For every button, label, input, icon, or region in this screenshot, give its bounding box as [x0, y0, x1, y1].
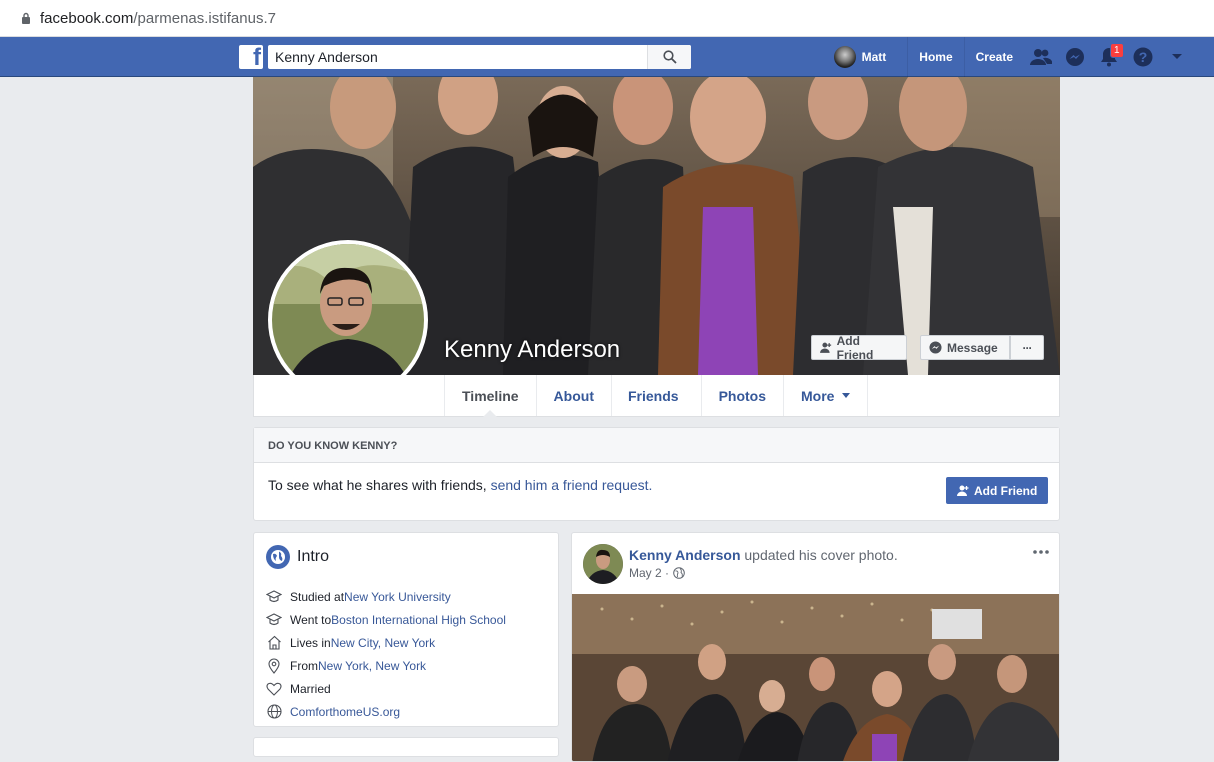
more-options-button[interactable]: ··· [1010, 335, 1044, 360]
intro-item-link[interactable]: New City, New York [331, 636, 435, 650]
notifications-button[interactable]: 1 [1092, 37, 1126, 77]
browser-url-bar[interactable]: facebook.com/parmenas.istifanus.7 [0, 0, 1214, 37]
website-link[interactable]: ComforthomeUS.org [290, 705, 400, 719]
prompt-text: To see what he shares with friends, send… [268, 477, 652, 493]
account-menu-button[interactable] [1160, 37, 1194, 77]
post-author-link[interactable]: Kenny Anderson [629, 547, 741, 563]
list-item: ComforthomeUS.org [265, 700, 506, 723]
url-text[interactable]: facebook.com/parmenas.istifanus.7 [40, 10, 276, 27]
timeline-post: Kenny Anderson updated his cover photo. … [571, 532, 1060, 762]
friends-icon [1030, 49, 1052, 65]
intro-item-link[interactable]: New York University [344, 590, 451, 604]
tab-friends[interactable]: Friends [612, 375, 702, 416]
nav-right-group: Matt Home Create 1 ? [833, 37, 1194, 77]
intro-item-prefix: Married [290, 681, 331, 696]
intro-item-link[interactable]: Boston International High School [331, 613, 506, 627]
add-friend-button[interactable]: Add Friend [811, 333, 907, 362]
messenger-icon [929, 341, 942, 354]
heart-icon [265, 680, 283, 698]
intro-item-link[interactable]: New York, New York [318, 659, 426, 673]
add-friend-label: Add Friend [974, 483, 1038, 498]
list-item: Married [265, 677, 506, 700]
friend-requests-button[interactable] [1024, 37, 1058, 77]
svg-text:?: ? [1139, 49, 1148, 65]
tab-photos[interactable]: Photos [702, 375, 785, 416]
intro-title: Intro [297, 548, 330, 565]
post-header: Kenny Anderson updated his cover photo. [629, 547, 898, 563]
intro-item-prefix: Lives in [290, 635, 331, 650]
lock-icon [18, 10, 34, 26]
intro-card: Intro Studied at New York University Wen… [253, 532, 559, 727]
list-item: Went to Boston International High School [265, 608, 506, 631]
tab-timeline[interactable]: Timeline [445, 375, 537, 417]
avatar [833, 46, 856, 68]
graduation-cap-icon [265, 588, 283, 606]
intro-list: Studied at New York University Went to B… [265, 585, 506, 723]
messenger-button[interactable] [1058, 37, 1092, 77]
notification-badge: 1 [1110, 43, 1124, 58]
nav-create-link[interactable]: Create [963, 37, 1024, 77]
message-label: Message [947, 340, 998, 355]
caret-down-icon [1172, 54, 1182, 59]
help-button[interactable]: ? [1126, 37, 1160, 77]
top-navigation-bar: f Matt Home Create 1 ? [0, 37, 1214, 77]
nav-profile-link[interactable]: Matt [833, 37, 908, 77]
post-meta: May 2 · [629, 566, 685, 580]
message-button-group: Message ··· [920, 335, 1044, 360]
tab-about[interactable]: About [537, 375, 612, 416]
facebook-logo-icon[interactable]: f [239, 44, 263, 71]
search-input[interactable] [268, 46, 648, 68]
post-options-button[interactable] [1032, 543, 1050, 561]
intro-item-prefix: From [290, 658, 318, 673]
url-path: /parmenas.istifanus.7 [133, 9, 276, 27]
messenger-icon [1066, 48, 1084, 66]
message-button[interactable]: Message [920, 335, 1010, 360]
list-item: Studied at New York University [265, 585, 506, 608]
post-photo[interactable] [572, 594, 1059, 761]
globe-icon [265, 703, 283, 721]
send-friend-request-link[interactable]: send him a friend request. [491, 477, 653, 493]
add-friend-button-secondary[interactable]: Add Friend [946, 477, 1049, 504]
profile-name: Kenny Anderson [444, 336, 621, 363]
public-globe-icon [673, 567, 685, 579]
tab-more[interactable]: More [784, 375, 869, 416]
add-friend-label: Add Friend [836, 333, 874, 362]
home-icon [265, 634, 283, 652]
intro-item-prefix: Went to [290, 612, 332, 627]
help-icon: ? [1133, 47, 1153, 67]
prompt-heading: DO YOU KNOW KENNY? [254, 428, 1059, 463]
graduation-cap-icon [265, 611, 283, 629]
tab-more-label: More [801, 387, 835, 404]
intro-header: Intro [266, 545, 329, 569]
post-date[interactable]: May 2 · [629, 566, 669, 580]
location-pin-icon [265, 657, 283, 675]
globe-icon [266, 545, 290, 569]
add-friend-icon [820, 342, 832, 353]
nav-home-link[interactable]: Home [907, 37, 963, 77]
search-box [268, 45, 691, 69]
search-icon [662, 50, 677, 64]
avatar[interactable] [583, 544, 623, 584]
list-item: From New York, New York [265, 654, 506, 677]
more-dots-icon: ··· [1022, 340, 1033, 355]
prompt-text-prefix: To see what he shares with friends, [268, 477, 491, 493]
secondary-card [253, 737, 559, 757]
profile-tab-bar: Timeline About Friends Photos More [253, 375, 1060, 417]
caret-down-icon [842, 393, 851, 398]
add-friend-icon [957, 485, 969, 496]
search-button[interactable] [647, 45, 691, 69]
friend-request-prompt: DO YOU KNOW KENNY? To see what he shares… [253, 427, 1060, 521]
list-item: Lives in New City, New York [265, 631, 506, 654]
url-domain: facebook.com [40, 9, 134, 27]
post-action-text: updated his cover photo. [740, 547, 898, 563]
nav-user-name: Matt [861, 50, 887, 64]
intro-item-prefix: Studied at [290, 589, 345, 604]
more-dots-icon [1033, 550, 1049, 554]
